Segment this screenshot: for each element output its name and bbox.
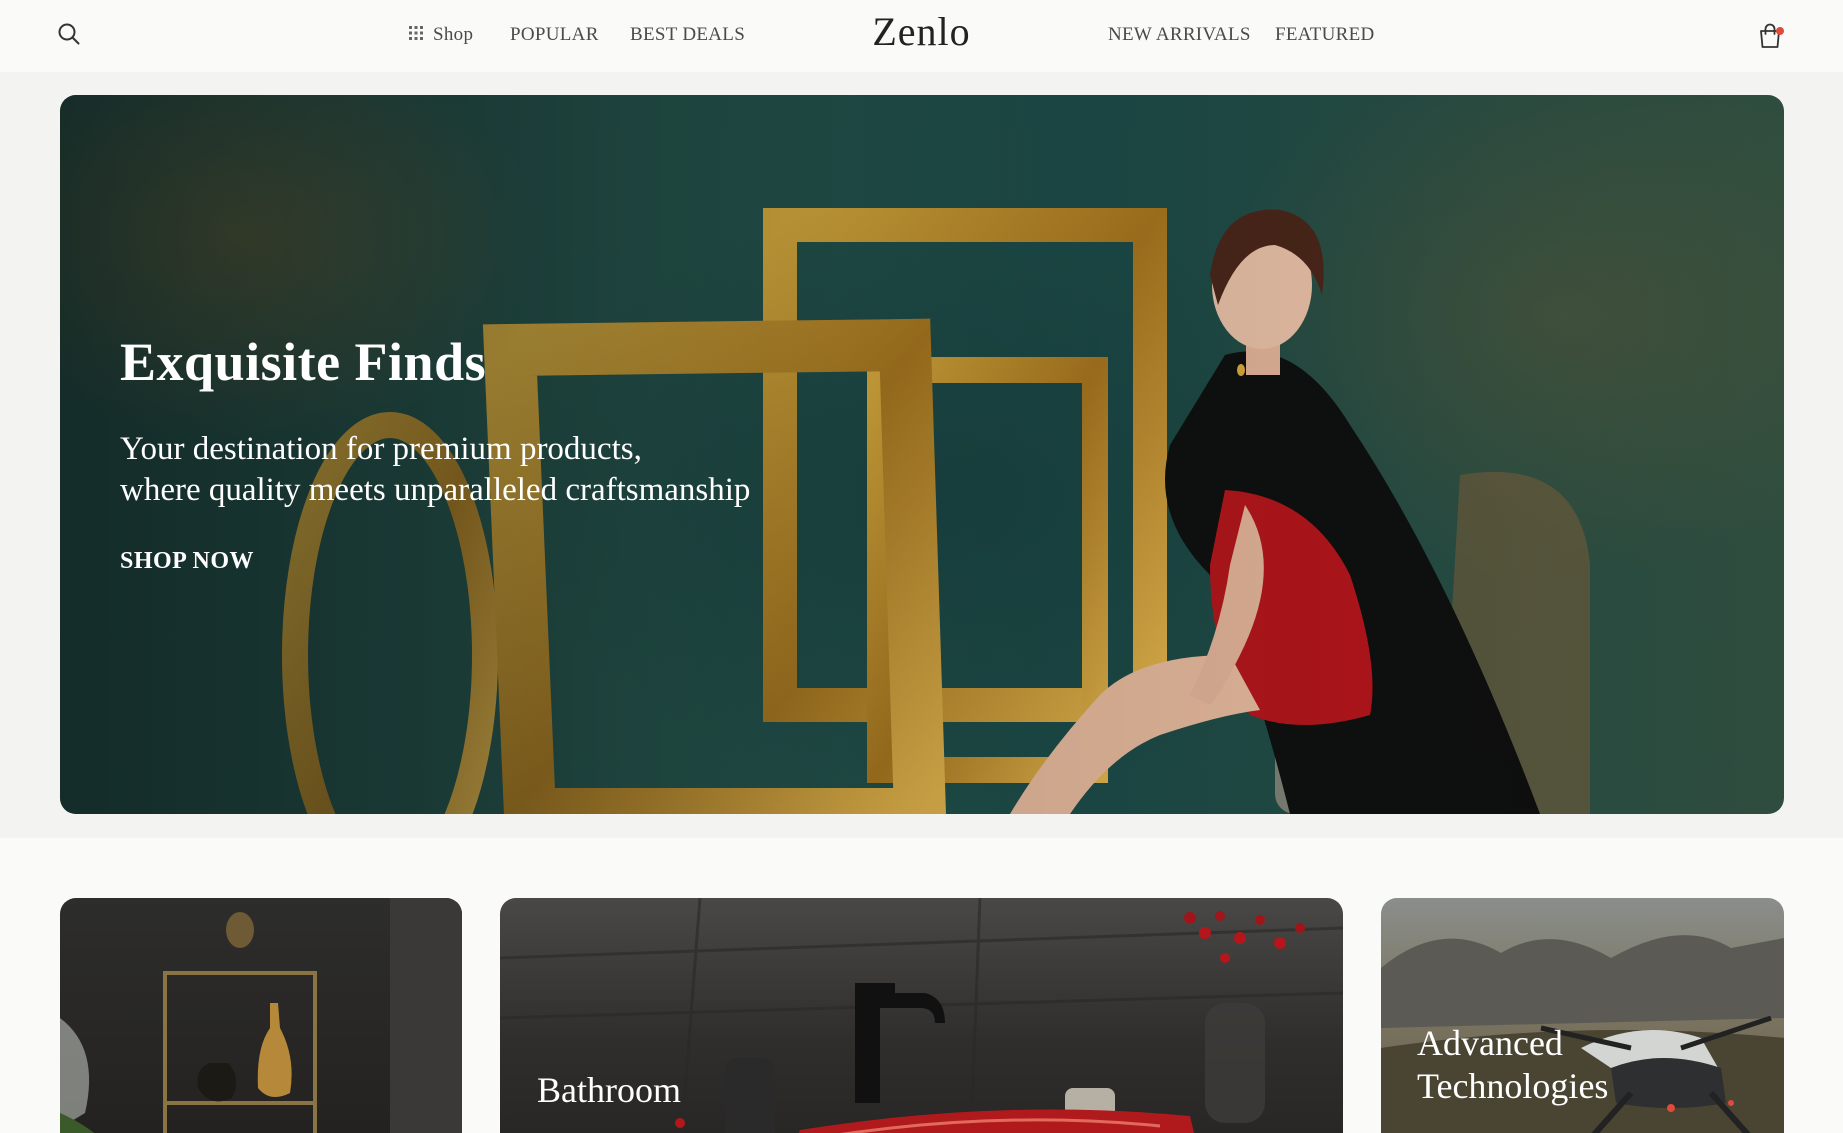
site-logo[interactable]: Zenlo [872, 9, 970, 54]
category-card-technologies[interactable]: Advanced Technologies [1381, 898, 1784, 1133]
site-header: Shop POPULAR BEST DEALS Zenlo NEW ARRIVA… [0, 0, 1843, 72]
hero-banner: Exquisite Finds Your destination for pre… [60, 95, 1784, 814]
nav-featured[interactable]: FEATURED [1275, 22, 1375, 48]
hero-subtitle-line2: where quality meets unparalleled craftsm… [120, 472, 751, 508]
hero-title: Exquisite Finds [120, 332, 487, 392]
hero-subtitle-line1: Your destination for premium products, [120, 431, 642, 467]
hero-subtitle: Your destination for premium products, w… [120, 429, 840, 511]
decor-image [60, 898, 462, 1133]
category-label-technologies: Advanced Technologies [1417, 1023, 1609, 1106]
category-section: Bathroom Advanced Technologies [0, 838, 1843, 1133]
nav-new-arrivals[interactable]: NEW ARRIVALS [1108, 22, 1251, 48]
shopping-bag-icon[interactable] [1756, 22, 1784, 50]
shop-now-link[interactable]: SHOP NOW [120, 548, 254, 575]
category-card-decor[interactable] [60, 898, 462, 1133]
category-card-bathroom[interactable]: Bathroom [500, 898, 1343, 1133]
category-label-bathroom: Bathroom [537, 1070, 681, 1110]
site-logo-wrap: Zenlo [0, 8, 1843, 55]
cart-badge [1776, 27, 1784, 35]
